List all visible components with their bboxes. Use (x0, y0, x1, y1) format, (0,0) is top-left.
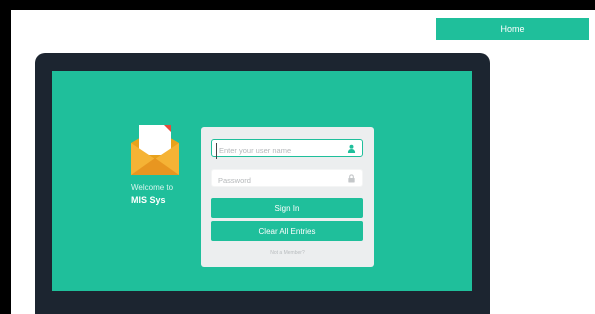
welcome-text: Welcome to (131, 183, 174, 192)
login-card: Sign In Clear All Entries Not a Member? (201, 127, 374, 267)
clear-entries-button[interactable]: Clear All Entries (211, 221, 363, 241)
sign-in-button[interactable]: Sign In (211, 198, 363, 218)
page: Home Welcome to MIS Sys Enter your user … (11, 10, 595, 314)
envelope-icon (131, 125, 179, 175)
password-input[interactable] (212, 172, 346, 189)
monitor-screen: Welcome to MIS Sys Sign (52, 71, 472, 291)
brand-name: MIS Sys (131, 195, 166, 205)
password-field (211, 169, 363, 189)
username-input[interactable] (216, 142, 341, 159)
monitor-frame: Welcome to MIS Sys Sign (35, 53, 490, 314)
lock-icon (348, 174, 355, 183)
user-icon (347, 144, 356, 153)
home-button[interactable]: Home (436, 18, 589, 40)
username-field (211, 139, 363, 159)
not-member-link[interactable]: Not a Member? (201, 250, 374, 256)
